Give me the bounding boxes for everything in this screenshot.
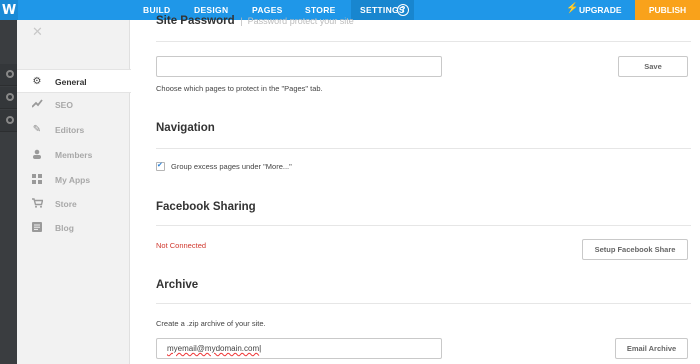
circle-icon [6,70,14,78]
email-value: myemail@mydomain.com [167,344,260,353]
navigation-title: Navigation [156,122,215,134]
password-help-text: Choose which pages to protect in the "Pa… [156,84,323,93]
divider [156,148,691,149]
sidebar-item-label: General [55,77,87,87]
sidebar-item-label: SEO [55,100,73,110]
group-pages-label: Group excess pages under "More..." [171,162,292,171]
archive-title: Archive [156,279,199,291]
section-subtitle: | Password protect your site [237,16,354,26]
archive-help-text: Create a .zip archive of your site. [156,319,266,328]
circle-icon [6,93,14,101]
side-strip-tab[interactable] [0,64,17,86]
facebook-status: Not Connected [156,241,207,250]
settings-sidebar: ✕ ⚙ General SEO ✎ Editors Members My App… [17,20,131,364]
sidebar-item-general[interactable]: ⚙ General [17,69,131,93]
sidebar-item-editors[interactable]: ✎ Editors [17,118,130,142]
help-icon[interactable]: ? [397,4,409,16]
sidebar-item-members[interactable]: Members [17,143,130,167]
editor-side-strip [0,20,17,364]
trend-icon [30,99,43,111]
site-password-input[interactable] [156,56,442,77]
close-icon[interactable]: ✕ [32,25,43,40]
subtitle-text: Password protect your site [247,16,354,26]
archive-email-input[interactable]: myemail@mydomain.com| [156,338,442,359]
person-icon [31,149,43,161]
setup-facebook-share-button[interactable]: Setup Facebook Share [582,239,688,260]
divider [156,225,691,226]
circle-icon [6,116,14,124]
site-password-title: Site Password | Password protect your si… [156,15,354,27]
sidebar-item-label: Members [55,150,93,160]
sidebar-item-blog[interactable]: Blog [17,216,130,240]
save-button[interactable]: Save [618,56,688,77]
settings-content: Site Password | Password protect your si… [131,15,700,364]
lightning-bolt-icon: ⚡ [566,3,579,14]
side-strip-tab[interactable] [0,87,17,109]
pencil-icon: ✎ [32,124,42,135]
sidebar-item-seo[interactable]: SEO [17,93,130,117]
weebly-logo[interactable]: W [0,0,18,20]
blog-icon [31,222,43,234]
apps-grid-icon [31,174,43,186]
sidebar-item-label: Editors [55,125,85,135]
sidebar-item-label: My Apps [55,175,91,185]
cart-icon [31,198,43,210]
sidebar-item-store[interactable]: Store [17,192,130,216]
gear-icon: ⚙ [32,76,42,87]
divider [156,303,691,304]
publish-button[interactable]: PUBLISH [635,0,700,20]
email-archive-button[interactable]: Email Archive [615,338,688,359]
section-heading: Site Password [156,15,235,27]
upgrade-button[interactable]: UPGRADE [579,0,622,20]
divider [156,41,691,42]
logo-letter: W [1,2,17,18]
side-strip-tab[interactable] [0,110,17,132]
sidebar-item-label: Store [55,199,77,209]
sidebar-item-label: Blog [55,223,74,233]
group-pages-checkbox[interactable] [156,161,165,171]
sidebar-item-my-apps[interactable]: My Apps [17,168,130,192]
facebook-sharing-title: Facebook Sharing [156,201,256,213]
